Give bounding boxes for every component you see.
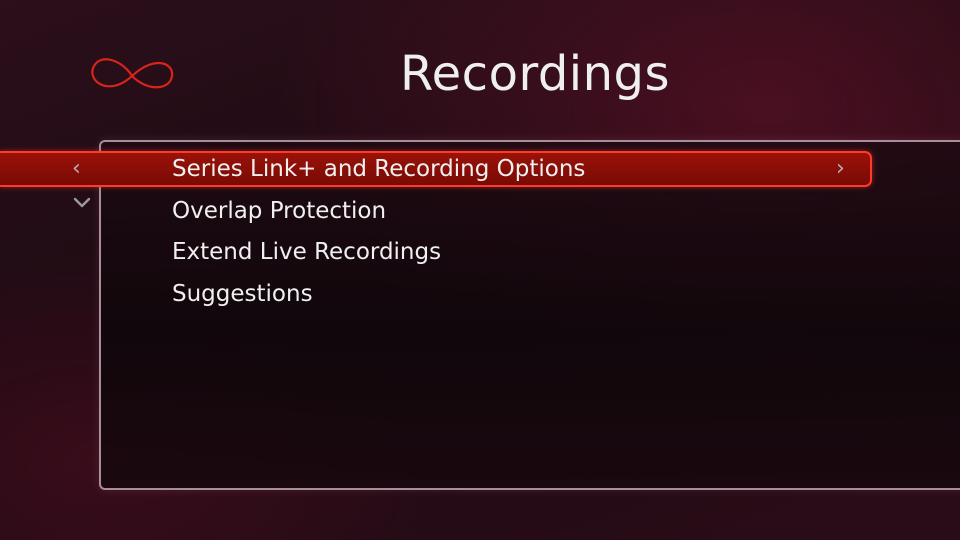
menu-panel <box>99 140 960 490</box>
chevron-down-icon[interactable] <box>72 196 92 210</box>
infinity-logo-icon <box>91 58 174 89</box>
menu-item-suggestions[interactable]: Suggestions <box>172 277 313 311</box>
menu-item-series-link-options[interactable]: Series Link+ and Recording Options <box>172 152 585 186</box>
chevron-right-icon[interactable]: › <box>836 158 845 180</box>
page-title: Recordings <box>399 46 671 102</box>
menu-item-overlap-protection[interactable]: Overlap Protection <box>172 194 386 228</box>
chevron-left-icon[interactable]: ‹ <box>72 158 81 180</box>
menu-item-extend-live-recordings[interactable]: Extend Live Recordings <box>172 235 441 269</box>
